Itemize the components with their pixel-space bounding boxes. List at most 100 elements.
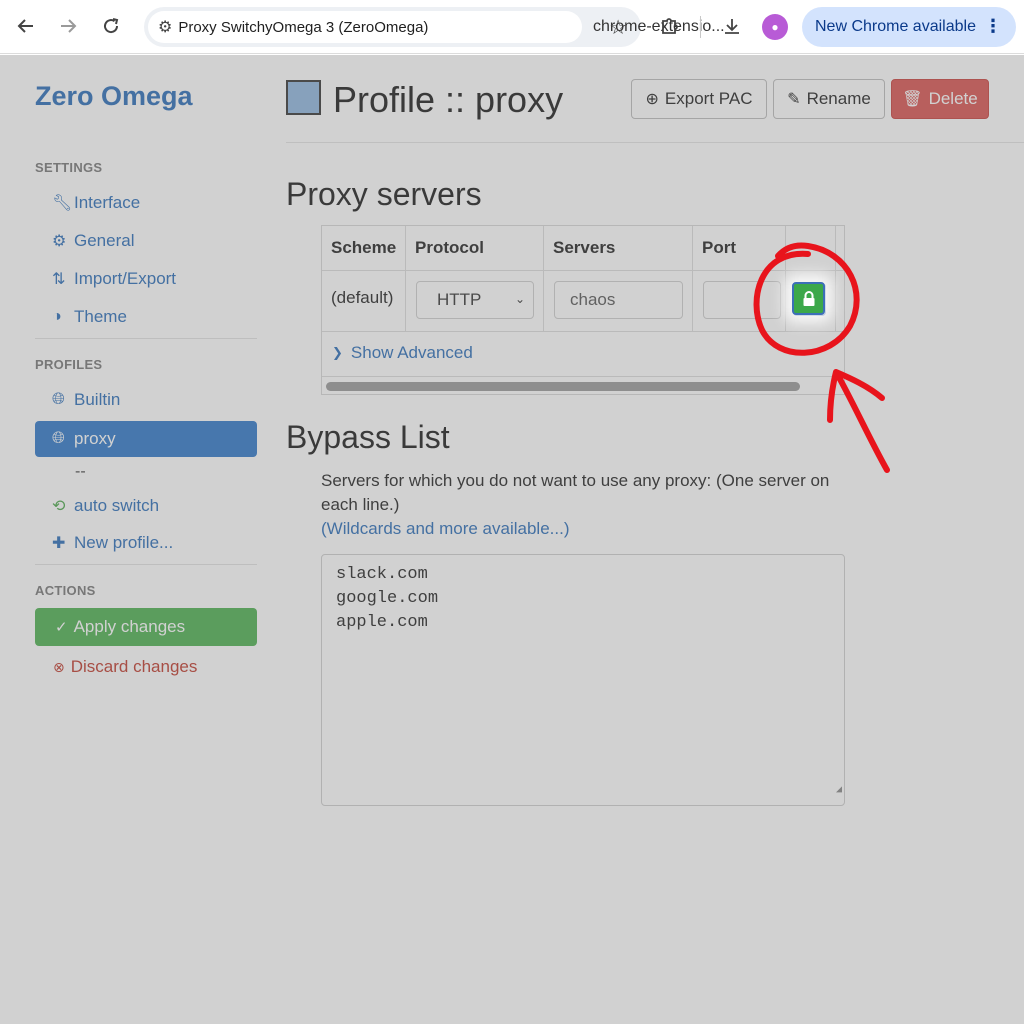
plus-icon: ✚: [52, 535, 66, 552]
reload-button[interactable]: [95, 10, 127, 42]
brand-title: Zero Omega: [35, 81, 193, 111]
sidebar-divider: [35, 564, 257, 565]
sidebar-item-import-export[interactable]: ⇅ Import/Export: [35, 261, 257, 297]
edit-icon: ✎: [787, 91, 801, 108]
export-label: Export PAC: [664, 89, 753, 108]
new-chrome-available-button[interactable]: New Chrome available ⋮: [802, 7, 1016, 47]
table-divider: [322, 270, 844, 271]
check-circle-icon: ✓: [55, 619, 68, 636]
options-page: Zero Omega SETTINGS 🔧︎ Interface ⚙ Gener…: [0, 55, 1024, 1024]
table-divider: [835, 226, 836, 331]
sidebar-item-auto-switch[interactable]: ⟲ auto switch: [35, 488, 257, 524]
bypass-list-textarea[interactable]: slack.com google.com apple.com ◢: [321, 554, 845, 806]
sidebar-item-theme[interactable]: ◑ Theme: [35, 299, 257, 335]
bookmark-star-icon[interactable]: ☆: [609, 15, 627, 40]
extension-page-icon: ⚙: [158, 19, 173, 36]
sidebar-item-label: auto switch: [74, 496, 160, 515]
globe-icon: 🌐︎: [52, 391, 65, 408]
bypass-line: apple.com: [336, 613, 428, 632]
address-bar[interactable]: ⚙ Proxy SwitchyOmega 3 (ZeroOmega) chrom…: [144, 7, 725, 47]
server-input[interactable]: chaos: [554, 281, 683, 319]
sidebar-item-label: Interface: [74, 193, 141, 212]
show-advanced-label: Show Advanced: [350, 343, 473, 362]
download-icon[interactable]: [718, 12, 746, 40]
sidebar-divider: [35, 338, 257, 339]
wrench-icon: 🔧︎: [52, 195, 73, 212]
resize-handle-icon[interactable]: ◢: [836, 779, 842, 803]
sidebar-item-label: Theme: [74, 307, 127, 326]
proxy-servers-table: Scheme Protocol Servers Port (default) H…: [321, 225, 845, 395]
highlighted-lock-button[interactable]: [792, 282, 825, 315]
menu-dots-icon[interactable]: ⋮: [984, 16, 1002, 37]
table-divider: [543, 226, 544, 331]
table-divider: [322, 376, 844, 377]
protocol-value: HTTP: [437, 290, 482, 309]
sidebar-item-label: Import/Export: [74, 269, 177, 288]
trash-icon: 🗑︎: [902, 91, 923, 108]
export-pac-button[interactable]: ⊕ Export PAC: [631, 79, 767, 119]
lock-icon: [803, 290, 814, 306]
bypass-list-heading: Bypass List: [286, 419, 450, 455]
profiles-header: PROFILES: [35, 357, 103, 372]
import-export-icon: ⇅: [52, 271, 66, 288]
discard-label: Discard changes: [70, 657, 198, 676]
back-button[interactable]: [10, 10, 42, 42]
profile-avatar[interactable]: ●: [762, 14, 788, 40]
back-arrow-icon: [17, 19, 33, 33]
extensions-puzzle-icon[interactable]: [655, 12, 683, 40]
protocol-select[interactable]: HTTP ⌄: [416, 281, 534, 319]
half-circle-icon: ◑: [52, 308, 62, 325]
horizontal-scrollbar[interactable]: [326, 382, 800, 391]
chevron-down-icon: ❯: [332, 345, 343, 360]
sidebar-item-label: proxy: [74, 429, 116, 448]
discard-changes-button[interactable]: ⊗ Discard changes: [35, 650, 257, 684]
chevron-down-icon: ⌄: [514, 292, 525, 306]
column-header-protocol: Protocol: [415, 238, 484, 257]
gear-icon: ⚙: [52, 233, 67, 250]
rename-label: Rename: [806, 89, 871, 108]
proxy-servers-heading: Proxy servers: [286, 176, 482, 212]
sidebar-item-new-profile[interactable]: ✚ New profile...: [35, 525, 257, 561]
retweet-icon: ⟲: [52, 498, 66, 515]
sidebar-item-label: General: [74, 231, 135, 250]
browser-toolbar: ⚙ Proxy SwitchyOmega 3 (ZeroOmega) chrom…: [0, 0, 1024, 54]
scheme-cell: (default): [331, 288, 394, 307]
profile-color-picker[interactable]: [286, 80, 321, 115]
bypass-line: google.com: [336, 589, 439, 608]
toolbar-divider: [700, 16, 701, 38]
x-circle-icon: ⊗: [53, 658, 65, 675]
extension-chip[interactable]: ⚙ Proxy SwitchyOmega 3 (ZeroOmega): [148, 11, 582, 43]
tab-title: Proxy SwitchyOmega 3 (ZeroOmega): [178, 18, 429, 36]
sidebar-item-builtin[interactable]: 🌐︎ Builtin: [35, 382, 257, 418]
rename-button[interactable]: ✎ Rename: [773, 79, 885, 119]
sidebar-item-general[interactable]: ⚙ General: [35, 223, 257, 259]
apply-changes-button[interactable]: ✓ Apply changes: [35, 608, 257, 646]
sidebar-separator-dash: --: [75, 463, 86, 480]
table-divider: [692, 226, 693, 331]
reload-icon: [104, 18, 119, 34]
sidebar-item-proxy[interactable]: 🌐︎ proxy: [35, 421, 257, 457]
column-header-port: Port: [702, 238, 736, 257]
server-value: chaos: [570, 290, 616, 309]
bypass-line: slack.com: [336, 565, 428, 584]
download-circle-icon: ⊕: [645, 91, 659, 108]
table-divider: [785, 226, 786, 331]
sidebar-item-interface[interactable]: 🔧︎ Interface: [35, 185, 257, 221]
globe-icon: 🌐︎: [52, 430, 65, 447]
column-header-scheme: Scheme: [331, 238, 397, 257]
show-advanced-toggle[interactable]: ❯ Show Advanced: [332, 343, 473, 363]
forward-button[interactable]: [52, 10, 84, 42]
apply-label: Apply changes: [73, 617, 186, 636]
wildcards-help-link[interactable]: (Wildcards and more available...): [321, 519, 569, 539]
bypass-description: Servers for which you do not want to use…: [321, 471, 830, 514]
table-divider: [405, 226, 406, 331]
page-title: Profile :: proxy: [333, 79, 564, 120]
delete-button[interactable]: 🗑︎ Delete: [891, 79, 989, 119]
forward-arrow-icon: [61, 19, 77, 33]
sidebar-item-label: New profile...: [74, 533, 174, 552]
column-header-servers: Servers: [553, 238, 616, 257]
table-divider: [322, 331, 844, 332]
update-label: New Chrome available: [815, 18, 976, 35]
port-input[interactable]: [703, 281, 781, 319]
settings-header: SETTINGS: [35, 160, 103, 175]
